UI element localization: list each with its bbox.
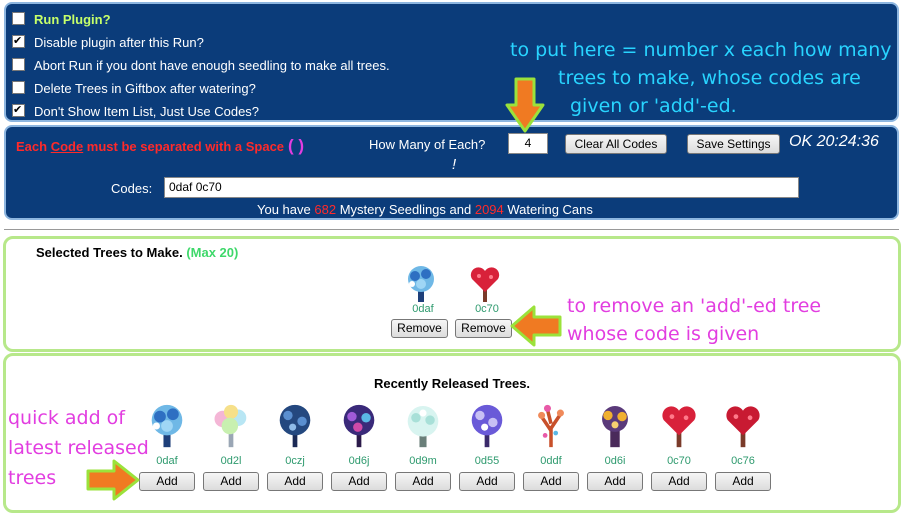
clear-all-codes-button[interactable]: Clear All Codes <box>565 134 667 154</box>
add-button[interactable]: Add <box>267 472 323 491</box>
heart-tree-icon <box>726 406 760 448</box>
blue-tree-icon <box>151 404 183 448</box>
add-button[interactable]: Add <box>651 472 707 491</box>
cans-text: Watering Cans <box>507 202 593 217</box>
annotation-top-line1: to put here = number x each how many <box>510 39 892 61</box>
save-settings-button[interactable]: Save Settings <box>687 134 780 154</box>
recent-trees-title: Recently Released Trees. <box>373 376 531 391</box>
coral-tree-icon <box>538 404 564 448</box>
option-label: Disable plugin after this Run? <box>34 35 204 50</box>
add-button[interactable]: Add <box>203 472 259 491</box>
add-button[interactable]: Add <box>395 472 451 491</box>
inventory-summary: You have 682 Mystery Seedlings and 2094 … <box>257 202 593 217</box>
annotation-remove-line1: to remove an 'add'-ed tree <box>567 295 822 317</box>
recent-tree-code: 0czj <box>285 455 305 467</box>
option-label: Delete Trees in Giftbox after watering? <box>34 81 256 96</box>
remove-button[interactable]: Remove <box>455 319 512 338</box>
annotation-quick-line3: trees <box>8 467 57 489</box>
option-disable-after-run[interactable]: Disable plugin after this Run? <box>12 31 204 53</box>
codes-input[interactable]: 0daf 0c70 <box>164 177 799 198</box>
selected-max-text: (Max 20) <box>186 245 239 260</box>
cans-count: 2094 <box>474 202 504 217</box>
recent-tree-code: 0c76 <box>731 455 755 467</box>
option-use-codes[interactable]: Don't Show Item List, Just Use Codes? <box>12 100 260 122</box>
disable-after-run-checkbox[interactable] <box>12 31 25 51</box>
recent-tree-code: 0ddf <box>540 455 562 467</box>
recent-tree-code: 0d9m <box>409 455 437 467</box>
recent-tree-code: 0d55 <box>474 455 500 467</box>
annotation-top-line3: given or 'add'-ed. <box>570 95 737 117</box>
option-run-plugin[interactable]: Run Plugin? <box>12 10 111 30</box>
selected-title-text: Selected Trees to Make. <box>36 245 183 260</box>
purple-tree-icon <box>343 404 375 448</box>
add-button[interactable]: Add <box>587 472 643 491</box>
selected-tree-code: 0c70 <box>475 303 499 315</box>
add-button[interactable]: Add <box>715 472 771 491</box>
options-panel: Run Plugin? Disable plugin after this Ru… <box>4 2 899 122</box>
recent-tree-code: 0d2l <box>220 455 242 467</box>
run-plugin-checkbox[interactable] <box>12 12 25 25</box>
annotation-quick-line1: quick add of <box>8 407 125 429</box>
codes-panel: Each Code must be separated with a Space… <box>4 125 899 220</box>
add-button[interactable]: Add <box>139 472 195 491</box>
violet-tree-icon <box>471 404 503 448</box>
delete-trees-checkbox[interactable] <box>12 81 25 94</box>
divider <box>4 229 899 230</box>
option-abort-run[interactable]: Abort Run if you dont have enough seedli… <box>12 56 390 76</box>
add-button[interactable]: Add <box>523 472 579 491</box>
use-codes-checkbox[interactable] <box>12 100 25 120</box>
separator-hint-each: Each <box>16 139 51 154</box>
status-text: OK 20:24:36 <box>789 133 879 150</box>
arrow-right-icon <box>86 459 140 501</box>
heart-tree-icon <box>662 406 696 448</box>
annotation-top-line2: trees to make, whose codes are <box>558 67 861 89</box>
seedlings-text: Mystery Seedlings and <box>339 202 472 217</box>
how-many-input[interactable]: 4 <box>508 133 548 154</box>
how-many-label: How Many of Each? <box>369 137 486 152</box>
option-label: Abort Run if you dont have enough seedli… <box>34 58 390 73</box>
selected-tree-code: 0daf <box>412 303 434 315</box>
seedlings-count: 682 <box>314 202 337 217</box>
recent-tree-code: 0d6j <box>348 455 370 467</box>
status-exclamation: ! <box>452 156 457 173</box>
heart-tree-icon <box>470 267 500 302</box>
separator-hint: Each Code must be separated with a Space… <box>16 136 304 156</box>
option-delete-trees[interactable]: Delete Trees in Giftbox after watering? <box>12 79 256 99</box>
option-label: Run Plugin? <box>34 12 111 27</box>
selected-trees-title: Selected Trees to Make. (Max 20) <box>36 245 238 260</box>
annotation-remove-line2: whose code is given <box>567 323 760 345</box>
recent-tree-code: 0d6i <box>604 455 626 467</box>
separator-hint-paren: ( ) <box>288 136 305 155</box>
arrow-down-icon <box>505 77 545 133</box>
add-button[interactable]: Add <box>459 472 515 491</box>
abort-run-checkbox[interactable] <box>12 58 25 71</box>
blue-tree-icon <box>408 266 434 302</box>
recent-tree-code: 0c70 <box>667 455 691 467</box>
you-have-text: You have <box>257 202 311 217</box>
selected-trees-panel: Selected Trees to Make. (Max 20) 0daf 0c… <box>3 236 901 352</box>
option-label: Don't Show Item List, Just Use Codes? <box>34 104 260 119</box>
amber-tree-icon <box>602 406 628 448</box>
arrow-left-icon <box>510 305 562 347</box>
separator-hint-rest: must be separated with a Space <box>83 139 285 154</box>
separator-hint-code: Code <box>50 139 84 154</box>
navy-tree-icon <box>279 404 311 448</box>
recent-tree-code: 0daf <box>156 455 178 467</box>
frost-tree-icon <box>407 406 439 448</box>
remove-button[interactable]: Remove <box>391 319 448 338</box>
add-button[interactable]: Add <box>331 472 387 491</box>
annotation-quick-line2: latest released <box>8 437 149 459</box>
rainbow-tree-icon <box>214 404 247 448</box>
codes-label: Codes: <box>111 181 153 196</box>
